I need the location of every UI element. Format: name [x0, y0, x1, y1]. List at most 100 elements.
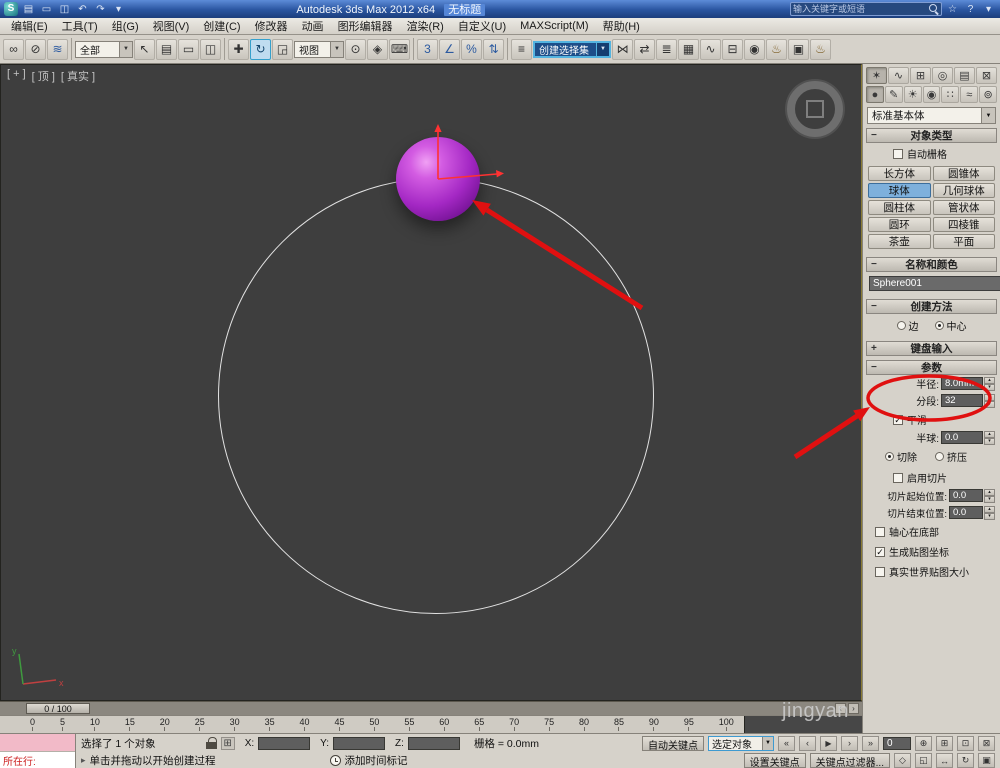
save-file-icon[interactable]: ◫: [57, 2, 72, 16]
next-frame-icon[interactable]: ›: [841, 735, 858, 751]
squash-radio[interactable]: [935, 452, 944, 461]
select-and-manipulate-icon[interactable]: ◈: [367, 38, 388, 60]
viewport-pov-menu[interactable]: [ 顶 ]: [32, 68, 55, 84]
align-icon[interactable]: ⇄: [634, 38, 655, 60]
edge-radio[interactable]: [896, 321, 906, 330]
app-logo-icon[interactable]: S: [4, 2, 18, 16]
open-file-icon[interactable]: ▭: [39, 2, 54, 16]
menu-item[interactable]: 编辑(E): [4, 17, 55, 35]
tab-motion[interactable]: ◎: [932, 67, 953, 84]
menu-item[interactable]: 视图(V): [146, 17, 197, 35]
tab-modify[interactable]: ∿: [888, 67, 909, 84]
material-editor-icon[interactable]: ◉: [744, 38, 765, 60]
rollout-name-color[interactable]: − 名称和颜色: [866, 257, 997, 272]
unlink-selection-icon[interactable]: ⊘: [25, 38, 46, 60]
edge-option[interactable]: 边: [896, 318, 919, 333]
x-coordinate-field[interactable]: [258, 736, 311, 750]
select-by-name-icon[interactable]: ▤: [156, 38, 177, 60]
maxscript-mini-listener[interactable]: 所在行:: [0, 734, 76, 768]
rollout-parameters[interactable]: − 参数: [866, 360, 997, 375]
qat-dropdown-icon[interactable]: ▾: [111, 2, 126, 16]
snaps-toggle-icon[interactable]: 3: [417, 38, 438, 60]
help-icon[interactable]: ?: [963, 2, 978, 16]
segments-field[interactable]: 32: [941, 394, 983, 407]
key-filters-button[interactable]: 关键点过滤器...: [809, 753, 890, 768]
chevron-down-icon[interactable]: ▼: [119, 41, 132, 57]
select-and-move-icon[interactable]: ✚: [228, 38, 249, 60]
time-slider[interactable]: 0 / 100 ‹ ›: [0, 701, 862, 715]
chop-radio[interactable]: [885, 452, 894, 461]
track-bar[interactable]: 0 5 10 15 20 25 30 35 40 45 50 55 60 65 70 75 80 85 90 95 10…: [0, 715, 862, 733]
category-cameras-icon[interactable]: ◉: [922, 86, 941, 103]
keyboard-shortcut-override-icon[interactable]: ⌨: [389, 38, 410, 60]
tab-create[interactable]: ✶: [866, 67, 887, 84]
category-spacewarps-icon[interactable]: ≈: [960, 86, 979, 103]
favorites-star-icon[interactable]: ☆: [945, 2, 960, 16]
cylinder-button[interactable]: 圆柱体: [868, 200, 931, 215]
redo-icon[interactable]: ↷: [93, 2, 108, 16]
time-next-icon[interactable]: ›: [848, 703, 859, 714]
listener-line[interactable]: 所在行:: [0, 752, 75, 768]
search-input[interactable]: [793, 4, 929, 14]
category-shapes-icon[interactable]: ✎: [884, 86, 903, 103]
slice-enable-checkbox[interactable]: [893, 472, 903, 483]
pyramid-button[interactable]: 四棱锥: [932, 217, 995, 232]
go-to-start-icon[interactable]: «: [778, 735, 795, 751]
slice-to-spinner[interactable]: ▴ ▾: [984, 506, 995, 520]
chop-option[interactable]: 切除: [885, 449, 917, 464]
orbit-view-icon[interactable]: ↻: [957, 753, 974, 768]
gen-mapping-checkbox[interactable]: ✓: [875, 546, 885, 557]
rollout-object-type[interactable]: − 对象类型: [866, 128, 997, 143]
rendered-frame-window-icon[interactable]: ▣: [788, 38, 809, 60]
category-geometry-icon[interactable]: ●: [866, 86, 884, 103]
rollout-creation-method[interactable]: − 创建方法: [866, 299, 997, 314]
zoom-all-icon[interactable]: ⊞: [936, 735, 953, 751]
category-lights-icon[interactable]: ☀: [903, 86, 922, 103]
center-radio[interactable]: [934, 321, 944, 330]
squash-option[interactable]: 挤压: [935, 449, 967, 464]
sphere-object[interactable]: [396, 137, 480, 221]
spinner-snap-icon[interactable]: ⇅: [483, 38, 504, 60]
select-and-rotate-icon[interactable]: ↻: [250, 38, 271, 60]
menu-item[interactable]: 帮助(H): [596, 17, 647, 35]
time-tag-clock-icon[interactable]: [329, 755, 341, 766]
menu-item[interactable]: 组(G): [105, 17, 146, 35]
schematic-view-icon[interactable]: ⊟: [722, 38, 743, 60]
zoom-extents-icon[interactable]: ⊡: [957, 735, 974, 751]
y-coordinate-field[interactable]: [333, 736, 386, 750]
box-button[interactable]: 长方体: [868, 166, 931, 181]
autogrid-checkbox[interactable]: [893, 148, 903, 159]
infocenter-menu-icon[interactable]: ▾: [981, 2, 996, 16]
select-object-icon[interactable]: ↖: [134, 38, 155, 60]
selected-filter-dropdown[interactable]: 选定对象 ▼: [708, 735, 774, 751]
absolute-mode-icon[interactable]: ⊞: [220, 736, 235, 750]
hemisphere-spinner[interactable]: ▴ ▾: [984, 431, 995, 445]
current-frame-field[interactable]: 0: [883, 736, 911, 750]
auto-key-button[interactable]: 自动关键点: [642, 735, 704, 752]
slice-to-field[interactable]: 0.0: [949, 506, 983, 519]
maximize-viewport-icon[interactable]: ▣: [978, 753, 995, 768]
category-systems-icon[interactable]: ⊚: [979, 86, 998, 103]
reference-coordinate-system-dropdown[interactable]: 视图 ▼: [294, 40, 344, 58]
search-icon[interactable]: [929, 4, 939, 14]
menu-item[interactable]: 工具(T): [55, 17, 105, 35]
menu-item[interactable]: 动画: [295, 17, 331, 35]
chevron-down-icon[interactable]: ▼: [981, 108, 995, 123]
viewport-general-menu[interactable]: [ + ]: [7, 68, 26, 84]
menu-item[interactable]: 自定义(U): [451, 17, 513, 35]
zoom-extents-all-icon[interactable]: ⊠: [978, 735, 995, 751]
set-key-button[interactable]: 设置关键点: [743, 753, 806, 768]
chevron-down-icon[interactable]: ▼: [330, 41, 343, 57]
pan-view-icon[interactable]: ↔: [936, 753, 953, 768]
time-prev-icon[interactable]: ‹: [835, 703, 846, 714]
bind-to-space-warp-icon[interactable]: ≋: [47, 38, 68, 60]
category-helpers-icon[interactable]: ∷: [941, 86, 960, 103]
slice-from-field[interactable]: 0.0: [949, 489, 983, 502]
menu-item[interactable]: MAXScript(M): [513, 19, 595, 33]
real-world-checkbox[interactable]: [875, 566, 885, 577]
menu-item[interactable]: 创建(C): [196, 17, 247, 35]
selection-filter-dropdown[interactable]: 全部 ▼: [75, 40, 133, 58]
z-coordinate-field[interactable]: [407, 736, 460, 750]
previous-frame-icon[interactable]: ‹: [799, 735, 816, 751]
radius-field[interactable]: 8.0mm: [941, 377, 983, 390]
